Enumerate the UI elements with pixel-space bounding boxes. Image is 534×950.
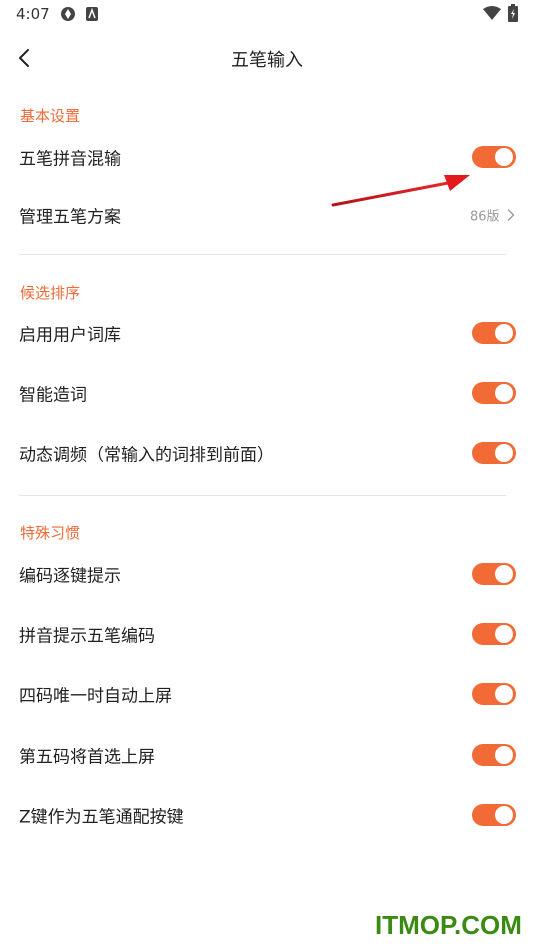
setting-row-four-code-auto[interactable]: 四码唯一时自动上屏 bbox=[0, 670, 534, 718]
chevron-right-icon bbox=[507, 209, 515, 221]
toggle-four-code-auto[interactable] bbox=[472, 683, 516, 705]
accessibility-icon bbox=[86, 7, 98, 21]
wifi-icon bbox=[483, 6, 501, 20]
toggle-code-hint[interactable] bbox=[472, 563, 516, 585]
section-header-habits: 特殊习惯 bbox=[20, 524, 81, 542]
setting-label: 拼音提示五笔编码 bbox=[19, 626, 155, 647]
app-notification-icon bbox=[61, 7, 75, 21]
battery-icon bbox=[508, 4, 518, 22]
setting-row-fifth-code[interactable]: 第五码将首选上屏 bbox=[0, 731, 534, 779]
setting-row-user-dict[interactable]: 启用用户词库 bbox=[0, 309, 534, 357]
section-divider bbox=[19, 495, 506, 496]
setting-row-code-hint[interactable]: 编码逐键提示 bbox=[0, 550, 534, 598]
annotation-arrow-icon bbox=[331, 175, 470, 207]
setting-label: 启用用户词库 bbox=[19, 325, 121, 346]
section-divider bbox=[19, 254, 506, 255]
setting-row-pinyin-hint[interactable]: 拼音提示五笔编码 bbox=[0, 610, 534, 658]
setting-label: 智能造词 bbox=[19, 385, 87, 406]
setting-label: 动态调频（常输入的词排到前面） bbox=[19, 445, 274, 466]
toggle-knob bbox=[495, 625, 513, 643]
setting-label: 管理五笔方案 bbox=[19, 207, 121, 228]
toggle-z-key[interactable] bbox=[472, 804, 516, 826]
toggle-knob bbox=[495, 685, 513, 703]
setting-label: 五笔拼音混输 bbox=[19, 149, 121, 170]
toggle-fifth-code[interactable] bbox=[472, 744, 516, 766]
toggle-knob bbox=[495, 148, 513, 166]
toggle-pinyin-hint[interactable] bbox=[472, 623, 516, 645]
watermark-logo: ITMOP.COM bbox=[375, 910, 522, 940]
toggle-knob bbox=[495, 444, 513, 462]
app-bar: 五笔输入 bbox=[0, 36, 534, 80]
setting-row-smart-words[interactable]: 智能造词 bbox=[0, 369, 534, 417]
setting-row-z-key[interactable]: Z键作为五笔通配按键 bbox=[0, 791, 534, 839]
status-bar: 4:07 bbox=[0, 0, 534, 30]
setting-label: 第五码将首选上屏 bbox=[19, 747, 155, 768]
toggle-smart-words[interactable] bbox=[472, 382, 516, 404]
toggle-knob bbox=[495, 565, 513, 583]
toggle-user-dict[interactable] bbox=[472, 322, 516, 344]
setting-label: 编码逐键提示 bbox=[19, 566, 121, 587]
toggle-dynamic-freq[interactable] bbox=[472, 442, 516, 464]
section-header-basic: 基本设置 bbox=[20, 107, 81, 125]
page-title: 五笔输入 bbox=[231, 50, 303, 71]
setting-row-dynamic-freq[interactable]: 动态调频（常输入的词排到前面） bbox=[0, 429, 534, 477]
status-time: 4:07 bbox=[16, 5, 50, 23]
toggle-knob bbox=[495, 384, 513, 402]
toggle-knob bbox=[495, 746, 513, 764]
toggle-knob bbox=[495, 806, 513, 824]
section-header-candidate: 候选排序 bbox=[20, 284, 81, 302]
setting-label: 四码唯一时自动上屏 bbox=[19, 686, 172, 707]
setting-label: Z键作为五笔通配按键 bbox=[19, 807, 184, 828]
toggle-knob bbox=[495, 324, 513, 342]
